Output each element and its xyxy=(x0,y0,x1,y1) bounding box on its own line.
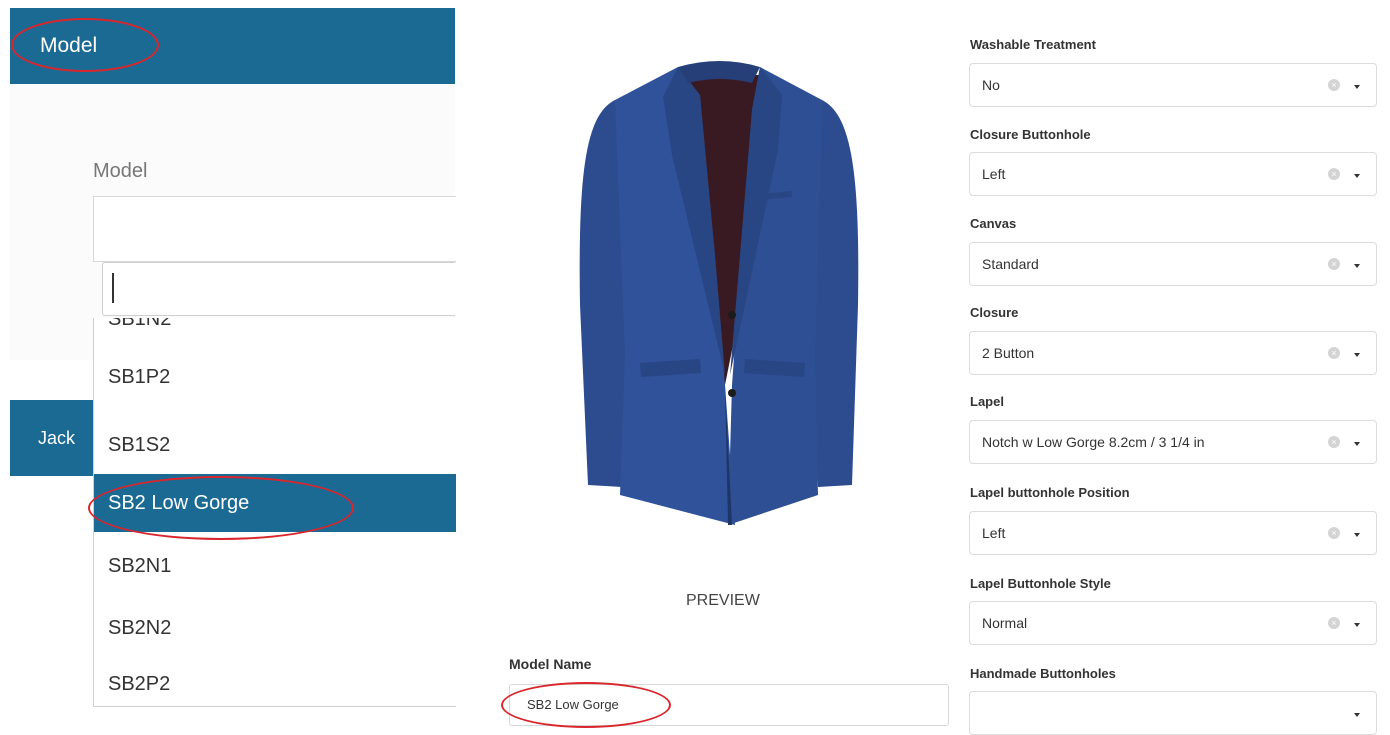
highlight-ellipse xyxy=(501,682,671,728)
text-cursor xyxy=(112,273,114,303)
chevron-down-icon[interactable] xyxy=(1354,533,1360,537)
handmade-buttonholes-label: Handmade Buttonholes xyxy=(970,666,1116,681)
clear-icon[interactable]: × xyxy=(1328,258,1340,270)
clear-icon[interactable]: × xyxy=(1328,527,1340,539)
select-value: Left xyxy=(982,525,1006,541)
closure-select[interactable]: 2 Button × xyxy=(969,331,1377,375)
select-value: Standard xyxy=(982,256,1039,272)
lapel-select[interactable]: Notch w Low Gorge 8.2cm / 3 1/4 in × xyxy=(969,420,1377,464)
chevron-down-icon[interactable] xyxy=(1354,713,1360,717)
closure-buttonhole-label: Closure Buttonhole xyxy=(970,127,1091,142)
canvas-label: Canvas xyxy=(970,216,1017,231)
preview-caption: PREVIEW xyxy=(686,592,760,609)
jacket-section-title: Jack xyxy=(38,428,76,448)
clear-icon[interactable]: × xyxy=(1328,436,1340,448)
lapel-buttonhole-position-select[interactable]: Left × xyxy=(969,511,1377,555)
lapel-buttonhole-position-label: Lapel buttonhole Position xyxy=(970,485,1130,500)
chevron-down-icon[interactable] xyxy=(1354,264,1360,268)
chevron-down-icon[interactable] xyxy=(1354,174,1360,178)
model-search-input[interactable] xyxy=(102,262,455,316)
chevron-down-icon[interactable] xyxy=(1354,442,1360,446)
chevron-down-icon[interactable] xyxy=(1354,353,1360,357)
highlight-ellipse xyxy=(88,476,354,540)
dropdown-option[interactable]: SB1P2 xyxy=(94,348,456,406)
washable-treatment-select[interactable]: No × xyxy=(969,63,1377,107)
model-name-label: Model Name xyxy=(509,656,592,672)
chevron-down-icon[interactable] xyxy=(1354,85,1360,89)
select-value: 2 Button xyxy=(982,345,1035,361)
canvas-select[interactable]: Standard × xyxy=(969,242,1377,286)
model-panel: Model Jack Model SB1N2 SB1P2 SB1S2 SB2 L… xyxy=(0,0,456,731)
dropdown-option[interactable]: SB2N2 xyxy=(94,599,456,657)
dropdown-option[interactable]: SB1N2 xyxy=(94,318,456,348)
select-value: Normal xyxy=(982,615,1028,631)
select-value: Notch w Low Gorge 8.2cm / 3 1/4 in xyxy=(982,434,1205,450)
jacket-image xyxy=(579,61,859,525)
dropdown-option[interactable]: SB2P2 xyxy=(94,655,456,706)
washable-treatment-label: Washable Treatment xyxy=(970,37,1096,52)
closure-buttonhole-select[interactable]: Left × xyxy=(969,152,1377,196)
dropdown-option[interactable]: SB2N1 xyxy=(94,537,456,595)
lapel-label: Lapel xyxy=(970,394,1004,409)
handmade-buttonholes-select[interactable] xyxy=(969,691,1377,735)
highlight-ellipse xyxy=(11,18,159,72)
closure-label: Closure xyxy=(970,305,1019,320)
lapel-buttonhole-style-label: Lapel Buttonhole Style xyxy=(970,576,1111,591)
clear-icon[interactable]: × xyxy=(1328,617,1340,629)
clear-icon[interactable]: × xyxy=(1328,168,1340,180)
clear-icon[interactable]: × xyxy=(1328,347,1340,359)
chevron-down-icon[interactable] xyxy=(1354,623,1360,627)
model-field-label: Model xyxy=(93,160,148,182)
select-value: No xyxy=(982,77,1000,93)
model-select[interactable] xyxy=(93,196,456,262)
dropdown-option[interactable]: SB1S2 xyxy=(94,416,456,474)
lapel-buttonhole-style-select[interactable]: Normal × xyxy=(969,601,1377,645)
clear-icon[interactable]: × xyxy=(1328,79,1340,91)
select-value: Left xyxy=(982,166,1006,182)
